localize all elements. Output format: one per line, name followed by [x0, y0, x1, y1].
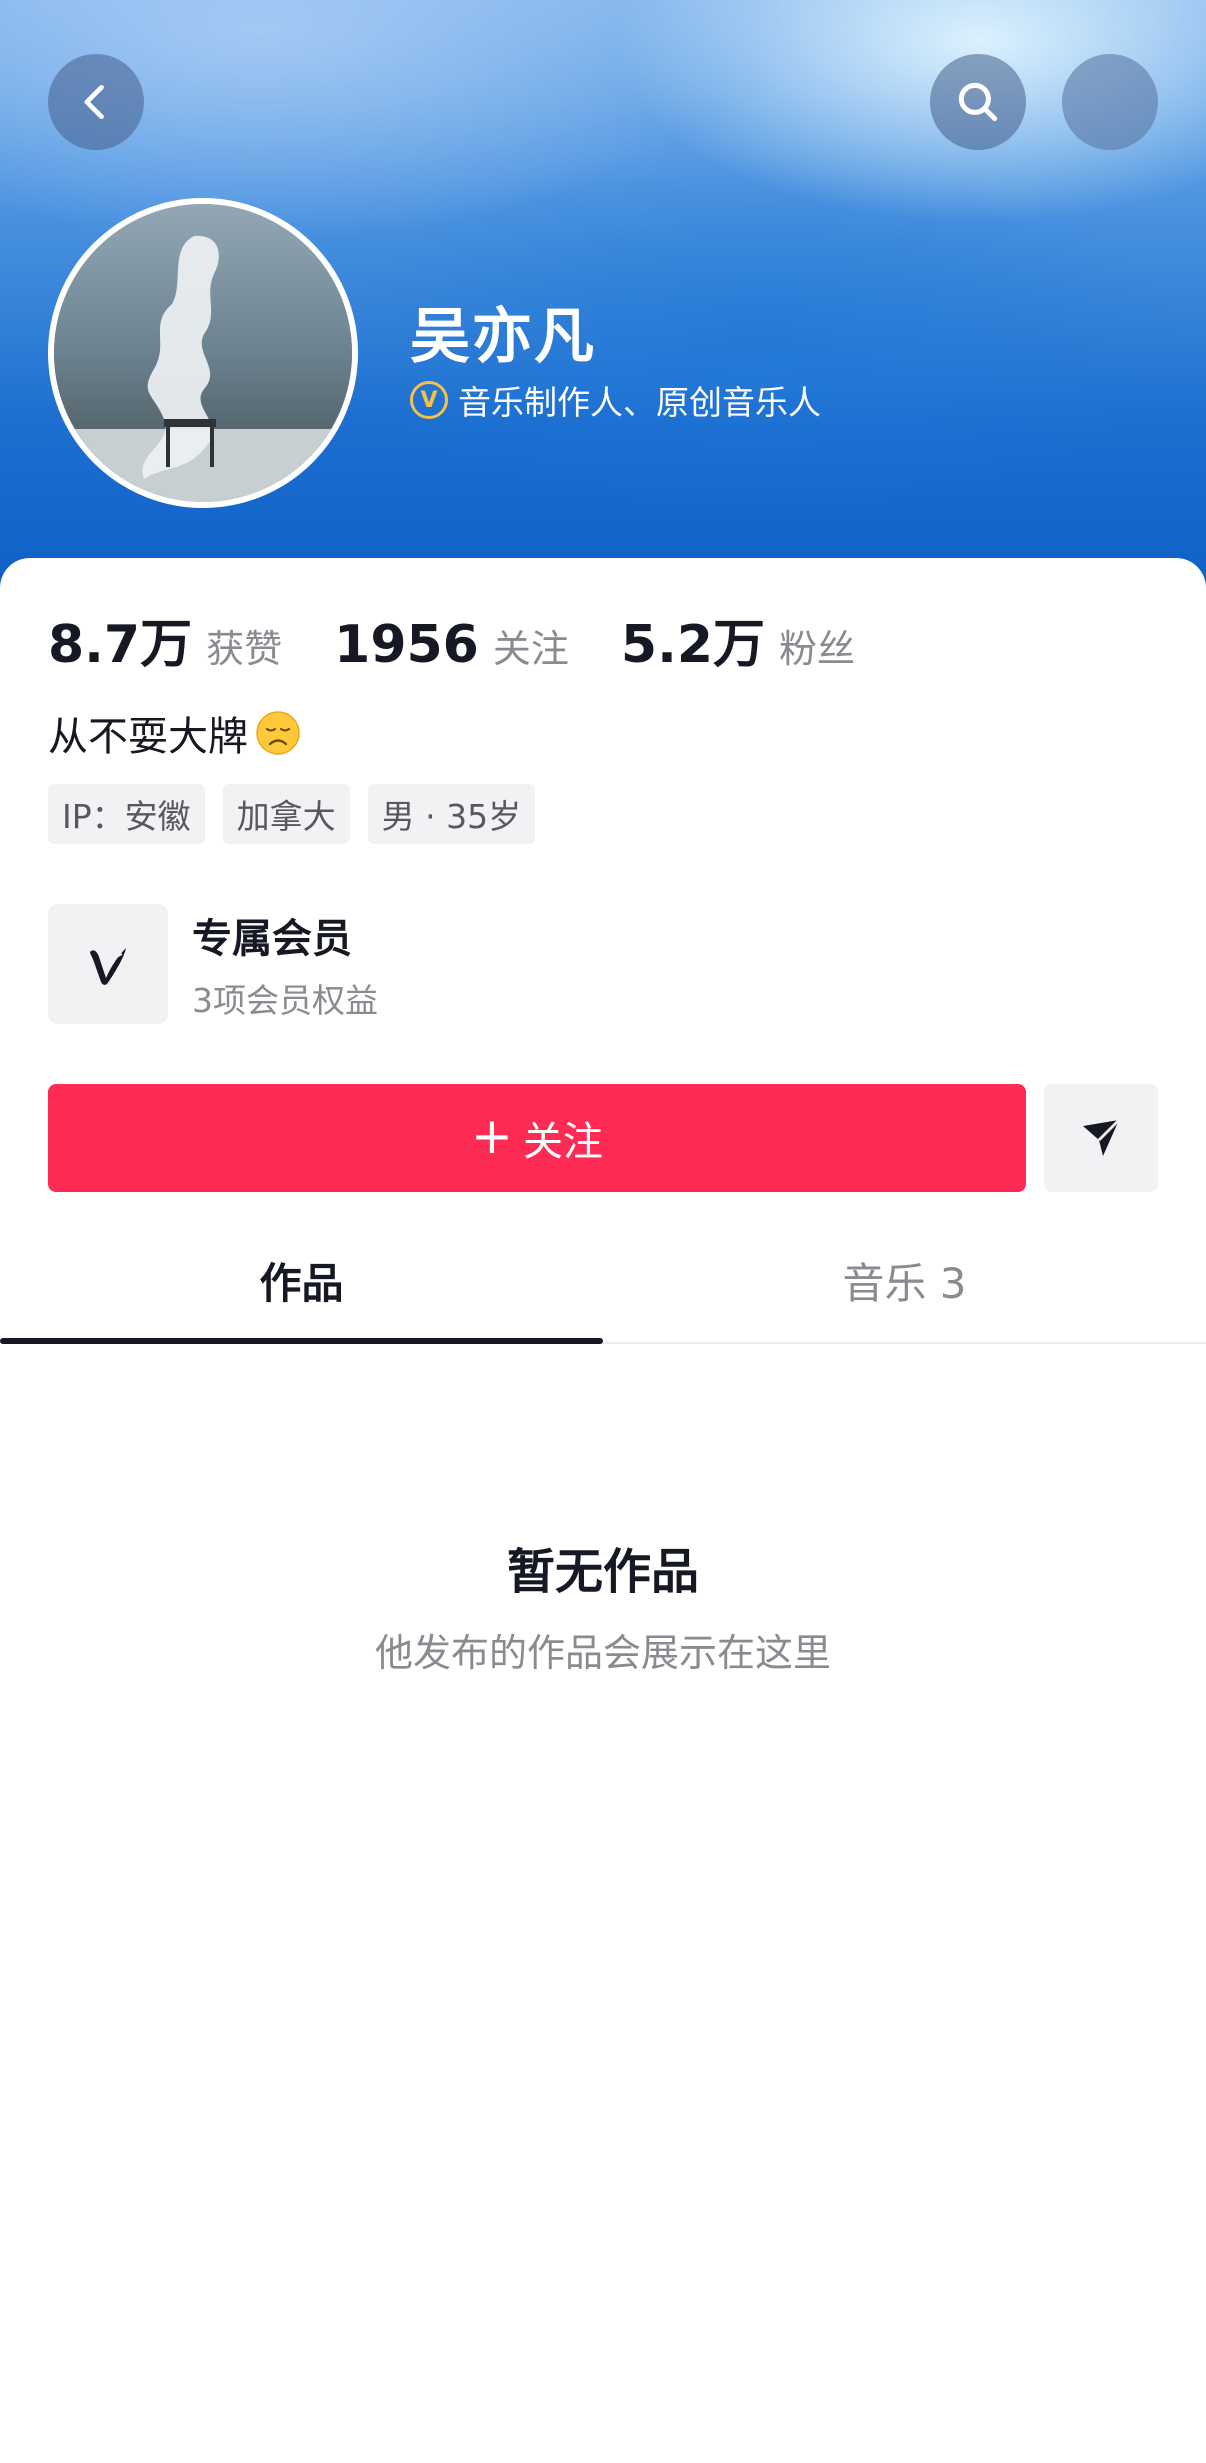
bio: 从不耍大牌: [48, 704, 302, 762]
avatar[interactable]: [48, 198, 358, 508]
profile-page: 吴亦凡 V 音乐制作人、原创音乐人 8.7万 获赞 1956 关注 5.2万 粉…: [0, 0, 1206, 2463]
membership-entry[interactable]: 专属会员 3项会员权益: [48, 904, 748, 1024]
avatar-image: [54, 204, 352, 502]
membership-title: 专属会员: [192, 916, 352, 962]
stat-value: 5.2万: [620, 615, 766, 675]
profile-banner: 吴亦凡 V 音乐制作人、原创音乐人: [0, 0, 1206, 600]
follow-button[interactable]: + 关注: [48, 1084, 1026, 1192]
bio-text: 从不耍大牌: [48, 714, 248, 760]
search-icon: [958, 82, 998, 122]
tab-works[interactable]: 作品: [0, 1218, 603, 1344]
stat-label: 粉丝: [779, 627, 856, 671]
tag-gender-age: 男 · 35岁: [367, 784, 536, 844]
membership-icon-box: [48, 904, 168, 1024]
stat-likes[interactable]: 8.7万 获赞: [48, 602, 282, 677]
tag-list: IP：安徽 加拿大 男 · 35岁: [48, 784, 536, 844]
verification-row: V 音乐制作人、原创音乐人: [410, 376, 821, 424]
active-tab-indicator: [0, 1338, 603, 1344]
more-button[interactable]: [1062, 54, 1158, 150]
stat-value: 1956: [334, 615, 479, 675]
sad-face-emoji-icon: [256, 711, 300, 755]
search-button[interactable]: [930, 54, 1026, 150]
follow-label: 关注: [522, 1119, 603, 1165]
content-tabs: 作品 音乐 3: [0, 1218, 1206, 1344]
stat-followers[interactable]: 5.2万 粉丝: [621, 602, 855, 677]
share-button[interactable]: [1044, 1084, 1158, 1192]
membership-subtitle: 3项会员权益: [192, 981, 378, 1020]
tab-music[interactable]: 音乐 3: [603, 1218, 1206, 1342]
v-logo-icon: [90, 948, 126, 985]
send-icon: [1083, 1119, 1120, 1156]
tag-location: 加拿大: [222, 784, 350, 844]
chevron-left-icon: [84, 84, 104, 120]
stats-row: 8.7万 获赞 1956 关注 5.2万 粉丝: [48, 602, 907, 677]
verification-text: 音乐制作人、原创音乐人: [458, 383, 821, 422]
empty-state-title: 暂无作品: [506, 1544, 699, 1600]
stat-label: 关注: [492, 627, 569, 671]
stat-label: 获赞: [206, 627, 283, 671]
tag-ip: IP：安徽: [48, 784, 205, 844]
verified-icon: V: [410, 381, 448, 419]
membership-text: 专属会员 3项会员权益: [192, 906, 378, 1022]
back-button[interactable]: [48, 54, 144, 150]
empty-state-subtitle: 他发布的作品会展示在这里: [374, 1631, 831, 1675]
tab-label: 作品: [259, 1258, 344, 1308]
stat-value: 8.7万: [48, 615, 193, 675]
tab-label: 音乐 3: [842, 1258, 967, 1308]
profile-name: 吴亦凡: [410, 302, 596, 372]
stat-following[interactable]: 1956 关注: [334, 615, 569, 675]
plus-icon: +: [471, 1107, 513, 1165]
profile-card: 8.7万 获赞 1956 关注 5.2万 粉丝 从不耍大牌 IP：安徽 加拿大 …: [0, 558, 1206, 2463]
